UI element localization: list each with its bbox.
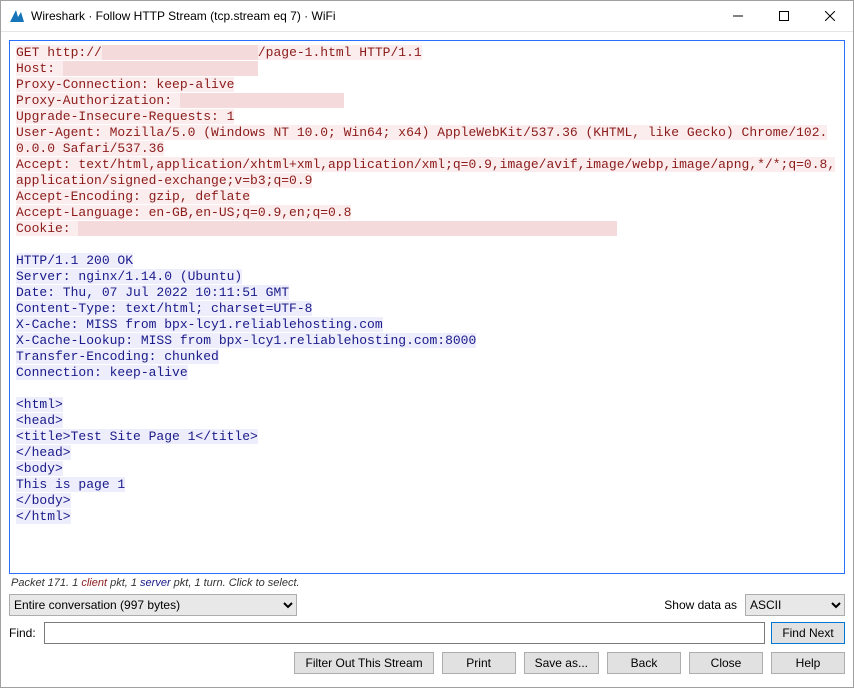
- status-client: client: [81, 577, 107, 589]
- resp-date: Date: Thu, 07 Jul 2022 10:11:51 GMT: [16, 285, 289, 300]
- window-controls: [715, 1, 853, 31]
- req-proxy-auth-label: Proxy-Authorization:: [16, 93, 180, 108]
- resp-server: Server: nginx/1.14.0 (Ubuntu): [16, 269, 242, 284]
- dialog-content: GET http:// /page-1.html HTTP/1.1 Host: …: [1, 32, 853, 687]
- status-c: pkt, 1 turn. Click to select.: [171, 577, 300, 589]
- resp-te: Transfer-Encoding: chunked: [16, 349, 219, 364]
- status-server: server: [140, 577, 171, 589]
- find-input[interactable]: [44, 622, 765, 644]
- status-a: Packet 171. 1: [11, 577, 81, 589]
- save-as-button[interactable]: Save as...: [524, 652, 599, 674]
- titlebar: Wireshark · Follow HTTP Stream (tcp.stre…: [1, 1, 853, 32]
- print-button[interactable]: Print: [442, 652, 516, 674]
- help-button[interactable]: Help: [771, 652, 845, 674]
- close-dialog-button[interactable]: Close: [689, 652, 763, 674]
- req-proxy-auth-redact: [180, 93, 344, 108]
- resp-xcache: X-Cache: MISS from bpx-lcy1.reliablehost…: [16, 317, 383, 332]
- resp-xcache-lookup: X-Cache-Lookup: MISS from bpx-lcy1.relia…: [16, 333, 476, 348]
- find-label: Find:: [9, 626, 38, 640]
- req-accept: Accept: text/html,application/xhtml+xml,…: [16, 157, 835, 188]
- resp-body6: This is page 1: [16, 477, 125, 492]
- wireshark-icon: [9, 8, 25, 24]
- close-button[interactable]: [807, 1, 853, 31]
- resp-status: HTTP/1.1 200 OK: [16, 253, 133, 268]
- resp-body1: <html>: [16, 397, 63, 412]
- req-host-label: Host:: [16, 61, 63, 76]
- status-line[interactable]: Packet 171. 1 client pkt, 1 server pkt, …: [9, 574, 845, 594]
- filter-out-button[interactable]: Filter Out This Stream: [294, 652, 433, 674]
- back-button[interactable]: Back: [607, 652, 681, 674]
- window: Wireshark · Follow HTTP Stream (tcp.stre…: [0, 0, 854, 688]
- req-proxy-conn: Proxy-Connection: keep-alive: [16, 77, 234, 92]
- window-title: Wireshark · Follow HTTP Stream (tcp.stre…: [31, 9, 715, 23]
- minimize-button[interactable]: [715, 1, 761, 31]
- resp-body7: </body>: [16, 493, 71, 508]
- resp-body8: </html>: [16, 509, 71, 524]
- conversation-select[interactable]: Entire conversation (997 bytes): [9, 594, 297, 616]
- req-accept-enc: Accept-Encoding: gzip, deflate: [16, 189, 250, 204]
- req-accept-lang: Accept-Language: en-GB,en-US;q=0.9,en;q=…: [16, 205, 351, 220]
- req-get-b: /page-1.html HTTP/1.1: [258, 45, 422, 60]
- stream-text-area[interactable]: GET http:// /page-1.html HTTP/1.1 Host: …: [9, 40, 845, 574]
- req-user-agent: User-Agent: Mozilla/5.0 (Windows NT 10.0…: [16, 125, 827, 156]
- show-as-block: Show data as ASCII: [664, 594, 845, 616]
- req-get-a: GET http://: [16, 45, 102, 60]
- find-row: Find: Find Next: [9, 622, 845, 644]
- controls-row-1: Entire conversation (997 bytes) Show dat…: [9, 594, 845, 616]
- req-host-redact: [63, 61, 258, 76]
- req-cookie-redact: [78, 221, 616, 236]
- status-b: pkt, 1: [107, 577, 140, 589]
- resp-body3: <title>Test Site Page 1</title>: [16, 429, 258, 444]
- req-upgrade: Upgrade-Insecure-Requests: 1: [16, 109, 234, 124]
- resp-body2: <head>: [16, 413, 63, 428]
- maximize-button[interactable]: [761, 1, 807, 31]
- req-cookie-label: Cookie:: [16, 221, 78, 236]
- req-get-redact: [102, 45, 258, 60]
- bottom-button-row: Filter Out This Stream Print Save as... …: [9, 650, 845, 674]
- show-as-label: Show data as: [664, 598, 739, 612]
- resp-body4: </head>: [16, 445, 71, 460]
- show-as-select[interactable]: ASCII: [745, 594, 845, 616]
- resp-ctype: Content-Type: text/html; charset=UTF-8: [16, 301, 312, 316]
- find-next-button[interactable]: Find Next: [771, 622, 845, 644]
- resp-body5: <body>: [16, 461, 63, 476]
- resp-conn: Connection: keep-alive: [16, 365, 188, 380]
